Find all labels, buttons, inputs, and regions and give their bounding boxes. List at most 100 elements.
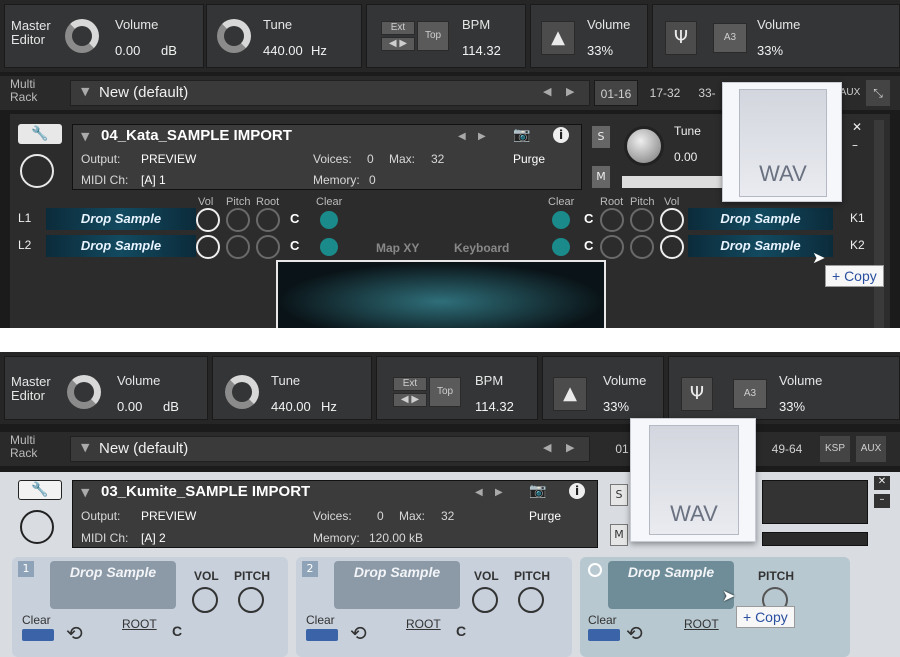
- tuning-fork-icon-2[interactable]: Ψ: [681, 377, 713, 411]
- next-instrument-icon-2[interactable]: ▶: [495, 487, 503, 498]
- camera-icon[interactable]: 📷: [513, 127, 530, 143]
- clear-button-k2[interactable]: [552, 238, 570, 256]
- tap-button[interactable]: Top: [417, 21, 449, 51]
- instrument-menu-arrow-icon-2[interactable]: ▼: [81, 486, 89, 499]
- pan-slider[interactable]: [622, 176, 722, 188]
- pitch-knob-l2[interactable]: [226, 235, 250, 259]
- wav-file-drag-card[interactable]: WAV: [722, 82, 842, 202]
- vol-knob-k1[interactable]: [660, 208, 684, 232]
- scrollbar[interactable]: [874, 120, 884, 328]
- master-tune-knob-2[interactable]: [225, 375, 259, 409]
- clear-button-zone-1[interactable]: [22, 629, 54, 641]
- transport-buttons-2[interactable]: ◀ ▶: [393, 393, 427, 407]
- pitch-knob-k1[interactable]: [630, 208, 654, 232]
- drop-sample-zone-2[interactable]: Drop Sample: [334, 561, 460, 609]
- metronome-icon[interactable]: ▲: [541, 21, 575, 55]
- root-knob-l2[interactable]: [256, 235, 280, 259]
- mute-button-2[interactable]: M: [610, 524, 628, 546]
- tab-33[interactable]: 33-: [692, 80, 722, 106]
- drop-sample-l1[interactable]: Drop Sample: [46, 208, 196, 230]
- reference-note-button-2[interactable]: A3: [733, 379, 767, 409]
- drop-sample-zone-1[interactable]: Drop Sample: [50, 561, 176, 609]
- metronome-icon-2[interactable]: ▲: [553, 377, 587, 411]
- zone-select-toggle[interactable]: [588, 563, 602, 577]
- mute-button[interactable]: M: [592, 166, 610, 188]
- solo-button[interactable]: S: [592, 126, 610, 148]
- collapse-icon[interactable]: ⤡: [866, 80, 890, 106]
- next-instrument-icon[interactable]: ▶: [478, 131, 486, 142]
- vol-knob-l1[interactable]: [196, 208, 220, 232]
- minimize-icon[interactable]: –: [852, 138, 858, 152]
- loop-icon-zone-1[interactable]: ⟲: [66, 621, 83, 645]
- wav-file-drag-card-2[interactable]: WAV: [630, 418, 756, 542]
- clear-button-zone-3[interactable]: [588, 629, 620, 641]
- root-knob-l1[interactable]: [256, 208, 280, 232]
- tab-17-32[interactable]: 17-32: [642, 80, 688, 106]
- clear-button-l2[interactable]: [320, 238, 338, 256]
- wrench-icon-2[interactable]: 🔧: [18, 480, 62, 500]
- instrument-tune-knob[interactable]: [624, 126, 664, 166]
- root-knob-k2[interactable]: [600, 235, 624, 259]
- dropdown-arrow-icon[interactable]: ▼: [81, 85, 89, 98]
- dropdown-arrow-icon-2[interactable]: ▼: [81, 441, 89, 454]
- max-value-2[interactable]: 32: [441, 509, 454, 523]
- prev-rack-icon[interactable]: ◀: [543, 85, 551, 98]
- master-volume-knob-2[interactable]: [67, 375, 101, 409]
- prev-instrument-icon-2[interactable]: ◀: [475, 487, 483, 498]
- vol-knob-k2[interactable]: [660, 235, 684, 259]
- pitch-knob-zone-1[interactable]: [238, 587, 264, 613]
- master-tune-knob[interactable]: [217, 19, 251, 53]
- prev-rack-icon-2[interactable]: ◀: [543, 441, 551, 454]
- map-xy-tab[interactable]: Map XY: [376, 241, 419, 255]
- instrument-name-2[interactable]: 03_Kumite_SAMPLE IMPORT: [101, 483, 310, 500]
- purge-menu[interactable]: Purge: [513, 152, 545, 166]
- clear-button-l1[interactable]: [320, 211, 338, 229]
- purge-menu-2[interactable]: Purge: [529, 509, 561, 523]
- output-value-2[interactable]: PREVIEW: [141, 509, 196, 523]
- max-value[interactable]: 32: [431, 152, 444, 166]
- prev-instrument-icon[interactable]: ◀: [458, 131, 466, 142]
- pitch-knob-l1[interactable]: [226, 208, 250, 232]
- tab-49-64[interactable]: 49-64: [764, 436, 810, 462]
- solo-button-2[interactable]: S: [610, 484, 628, 506]
- xy-pad[interactable]: [276, 260, 606, 328]
- keyboard-tab[interactable]: Keyboard: [454, 241, 509, 255]
- tap-button-2[interactable]: Top: [429, 377, 461, 407]
- ksp-button[interactable]: KSP: [820, 436, 850, 462]
- vol-knob-l2[interactable]: [196, 235, 220, 259]
- output-value[interactable]: PREVIEW: [141, 152, 196, 166]
- ext-button[interactable]: Ext: [381, 21, 415, 35]
- midi-channel-value-2[interactable]: [A] 2: [141, 531, 166, 545]
- instrument-menu-arrow-icon[interactable]: ▼: [81, 130, 89, 143]
- rack-title-field-2[interactable]: ▼ New (default) ◀ ▶: [70, 436, 590, 462]
- drop-sample-k1[interactable]: Drop Sample: [688, 208, 833, 230]
- drop-sample-zone-3[interactable]: Drop Sample: [608, 561, 734, 609]
- minimize-icon-2[interactable]: –: [874, 494, 890, 508]
- instrument-name[interactable]: 04_Kata_SAMPLE IMPORT: [101, 127, 292, 144]
- info-icon-2[interactable]: i: [569, 483, 585, 499]
- rack-title-field[interactable]: ▼ New (default) ◀ ▶: [70, 80, 590, 106]
- loop-icon-zone-2[interactable]: ⟲: [350, 621, 367, 645]
- aux-button-2[interactable]: AUX: [856, 436, 886, 462]
- loop-icon-zone-3[interactable]: ⟲: [626, 621, 643, 645]
- next-rack-icon-2[interactable]: ▶: [566, 441, 574, 454]
- tab-01-2[interactable]: 01: [612, 436, 632, 462]
- close-icon[interactable]: ✕: [852, 120, 862, 134]
- root-knob-k1[interactable]: [600, 208, 624, 232]
- clear-button-k1[interactable]: [552, 211, 570, 229]
- camera-icon-2[interactable]: 📷: [529, 483, 546, 499]
- tab-01-16[interactable]: 01-16: [594, 80, 638, 106]
- midi-channel-value[interactable]: [A] 1: [141, 173, 166, 187]
- info-icon[interactable]: i: [553, 127, 569, 143]
- close-icon-2[interactable]: ✕: [874, 476, 890, 490]
- reference-note-button[interactable]: A3: [713, 23, 747, 53]
- vol-knob-zone-2[interactable]: [472, 587, 498, 613]
- pitch-knob-zone-2[interactable]: [518, 587, 544, 613]
- pitch-knob-k2[interactable]: [630, 235, 654, 259]
- drop-sample-l2[interactable]: Drop Sample: [46, 235, 196, 257]
- master-volume-knob[interactable]: [65, 19, 99, 53]
- clear-button-zone-2[interactable]: [306, 629, 338, 641]
- ext-button-2[interactable]: Ext: [393, 377, 427, 391]
- transport-buttons[interactable]: ◀ ▶: [381, 37, 415, 51]
- pan-slider-2[interactable]: [762, 532, 868, 546]
